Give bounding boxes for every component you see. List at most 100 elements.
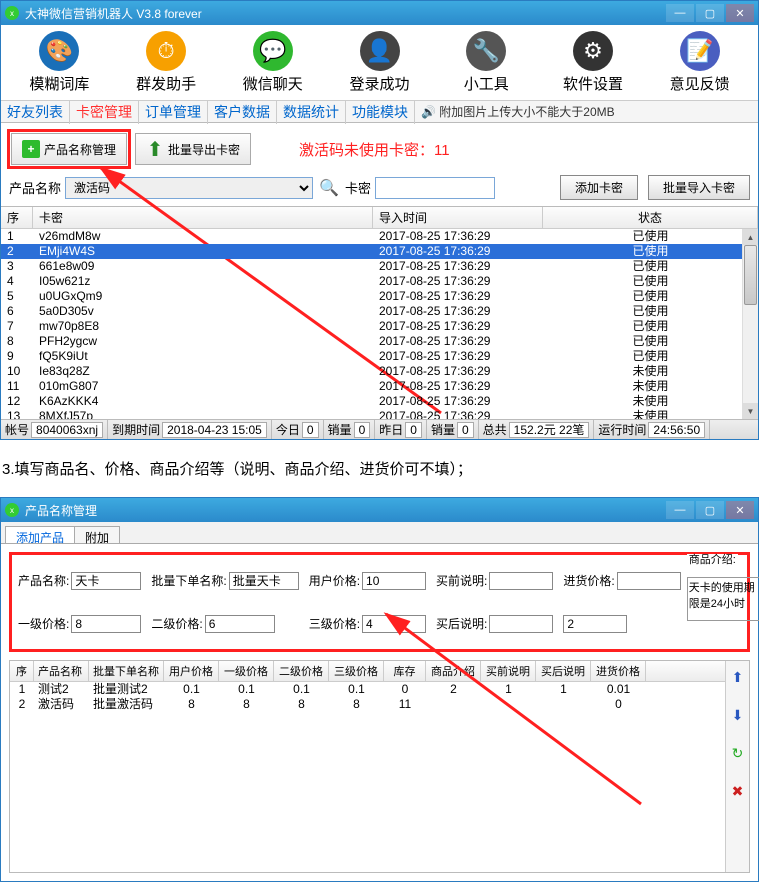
- table-row[interactable]: 8PFH2ygcw2017-08-25 17:36:29已使用: [1, 334, 758, 349]
- minimize-button[interactable]: —: [666, 4, 694, 22]
- window-title: 产品名称管理: [25, 502, 666, 519]
- tab-0[interactable]: 好友列表: [1, 100, 70, 124]
- col-9[interactable]: 买前说明: [481, 661, 536, 681]
- p1-label: 一级价格:: [18, 615, 69, 632]
- acct-label: 帐号: [5, 421, 29, 438]
- cost-input[interactable]: [617, 572, 681, 590]
- button-label: 产品名称管理: [44, 141, 116, 158]
- col-2[interactable]: 批量下单名称: [89, 661, 164, 681]
- pre-input[interactable]: [489, 572, 553, 590]
- total-label: 总共: [483, 421, 507, 438]
- table-row[interactable]: 9fQ5K9iUt2017-08-25 17:36:29已使用: [1, 349, 758, 364]
- scroll-thumb[interactable]: [744, 245, 757, 305]
- table-row[interactable]: 65a0D305v2017-08-25 17:36:29已使用: [1, 304, 758, 319]
- col-7[interactable]: 库存: [384, 661, 426, 681]
- table-row[interactable]: 3661e8w092017-08-25 17:36:29已使用: [1, 259, 758, 274]
- tab-0[interactable]: 添加产品: [5, 526, 75, 543]
- col-3[interactable]: 用户价格: [164, 661, 219, 681]
- toolbar-4[interactable]: 🔧小工具: [434, 29, 539, 96]
- tab-5[interactable]: 功能模块: [346, 100, 415, 124]
- search-row: 产品名称 激活码 🔍 卡密 添加卡密 批量导入卡密: [1, 175, 758, 206]
- bulk-export-button[interactable]: ⬆ 批量导出卡密: [135, 133, 251, 165]
- titlebar[interactable]: x 大神微信营销机器人 V3.8 forever — ▢ ✕: [1, 1, 758, 25]
- total-value: 152.2元 22笔: [509, 422, 590, 438]
- move-down-button[interactable]: ⬇: [728, 705, 748, 725]
- delete-button[interactable]: ✖: [728, 781, 748, 801]
- search-icon[interactable]: 🔍: [319, 178, 339, 198]
- toolbar-2[interactable]: 💬微信聊天: [220, 29, 325, 96]
- col-0[interactable]: 序: [10, 661, 34, 681]
- expire-value: 2018-04-23 15:05: [162, 422, 267, 438]
- bulk-input[interactable]: [229, 572, 299, 590]
- close-button[interactable]: ✕: [726, 4, 754, 22]
- add-card-button[interactable]: 添加卡密: [560, 175, 638, 200]
- table-row[interactable]: 5u0UGxQm92017-08-25 17:36:29已使用: [1, 289, 758, 304]
- scroll-up-icon[interactable]: ▲: [743, 229, 758, 245]
- product-table-wrap: 序产品名称批量下单名称用户价格一级价格二级价格三级价格库存商品介绍买前说明买后说…: [9, 660, 750, 873]
- statusbar: 帐号8040063xnj 到期时间2018-04-23 15:05 今日0 销量…: [1, 419, 758, 439]
- tab-4[interactable]: 数据统计: [277, 100, 346, 124]
- p1-input[interactable]: [71, 615, 141, 633]
- tool-icon: ⏱: [146, 31, 186, 71]
- table-row[interactable]: 1v26mdM8w2017-08-25 17:36:29已使用: [1, 229, 758, 244]
- toolbar-0[interactable]: 🎨模糊词库: [7, 29, 112, 96]
- toolbar-1[interactable]: ⏱群发助手: [114, 29, 219, 96]
- tool-icon: 📝: [680, 31, 720, 71]
- table-row[interactable]: 2激活码批量激活码8888110: [10, 697, 725, 712]
- col-seq[interactable]: 序: [1, 207, 33, 228]
- table-row[interactable]: 138MXfJ57p2017-08-25 17:36:29未使用: [1, 409, 758, 419]
- tab-2[interactable]: 订单管理: [139, 100, 208, 124]
- col-5[interactable]: 二级价格: [274, 661, 329, 681]
- toolbar-5[interactable]: ⚙软件设置: [541, 29, 646, 96]
- col-pwd[interactable]: 卡密: [33, 207, 373, 228]
- bulk-label: 批量下单名称:: [151, 572, 226, 589]
- product-select[interactable]: 激活码: [65, 177, 313, 199]
- scrollbar[interactable]: ▲ ▼: [742, 229, 758, 419]
- tab-1[interactable]: 附加: [74, 526, 120, 543]
- minimize-button[interactable]: —: [666, 501, 694, 519]
- table-row[interactable]: 10Ie83q28Z2017-08-25 17:36:29未使用: [1, 364, 758, 379]
- name-input[interactable]: [71, 572, 141, 590]
- table-row[interactable]: 2EMji4W4S2017-08-25 17:36:29已使用: [1, 244, 758, 259]
- tab-1[interactable]: 卡密管理: [70, 100, 139, 124]
- move-up-button[interactable]: ⬆: [728, 667, 748, 687]
- p3-input[interactable]: [362, 615, 426, 633]
- product-name-manage-button[interactable]: + 产品名称管理: [11, 133, 127, 165]
- col-4[interactable]: 一级价格: [219, 661, 274, 681]
- col-6[interactable]: 三级价格: [329, 661, 384, 681]
- col-status[interactable]: 状态: [543, 207, 758, 228]
- refresh-button[interactable]: ↻: [728, 743, 748, 763]
- col-11[interactable]: 进货价格: [591, 661, 646, 681]
- col-time[interactable]: 导入时间: [373, 207, 543, 228]
- desc-box[interactable]: 天卡的使用期限是24小时: [687, 577, 759, 621]
- today-value: 0: [302, 422, 319, 438]
- app-icon: x: [5, 503, 19, 517]
- col-1[interactable]: 产品名称: [34, 661, 89, 681]
- close-button[interactable]: ✕: [726, 501, 754, 519]
- table-row[interactable]: 11010mG8072017-08-25 17:36:29未使用: [1, 379, 758, 394]
- toolbar-6[interactable]: 📝意见反馈: [647, 29, 752, 96]
- toolbar-3[interactable]: 👤登录成功: [327, 29, 432, 96]
- col-10[interactable]: 买后说明: [536, 661, 591, 681]
- tool-icon: 🎨: [39, 31, 79, 71]
- titlebar[interactable]: x 产品名称管理 — ▢ ✕: [1, 498, 758, 522]
- tab-3[interactable]: 客户数据: [208, 100, 277, 124]
- sales-value: 0: [354, 422, 371, 438]
- table-body: 1测试2批量测试20.10.10.10.102110.012激活码批量激活码88…: [10, 682, 725, 872]
- post-input[interactable]: [489, 615, 553, 633]
- table-row[interactable]: 1测试2批量测试20.10.10.10.102110.01: [10, 682, 725, 697]
- userprice-input[interactable]: [362, 572, 426, 590]
- scroll-down-icon[interactable]: ▼: [743, 403, 758, 419]
- bulk-import-button[interactable]: 批量导入卡密: [648, 175, 750, 200]
- expire-label: 到期时间: [112, 421, 160, 438]
- maximize-button[interactable]: ▢: [696, 4, 724, 22]
- cardpwd-input[interactable]: [375, 177, 495, 199]
- p2-input[interactable]: [205, 615, 275, 633]
- stock-input[interactable]: [563, 615, 627, 633]
- table-row[interactable]: 12K6AzKKK42017-08-25 17:36:29未使用: [1, 394, 758, 409]
- maximize-button[interactable]: ▢: [696, 501, 724, 519]
- table-row[interactable]: 4I05w621z2017-08-25 17:36:29已使用: [1, 274, 758, 289]
- col-8[interactable]: 商品介绍: [426, 661, 481, 681]
- table-header: 序产品名称批量下单名称用户价格一级价格二级价格三级价格库存商品介绍买前说明买后说…: [10, 661, 725, 682]
- table-row[interactable]: 7mw70p8E82017-08-25 17:36:29已使用: [1, 319, 758, 334]
